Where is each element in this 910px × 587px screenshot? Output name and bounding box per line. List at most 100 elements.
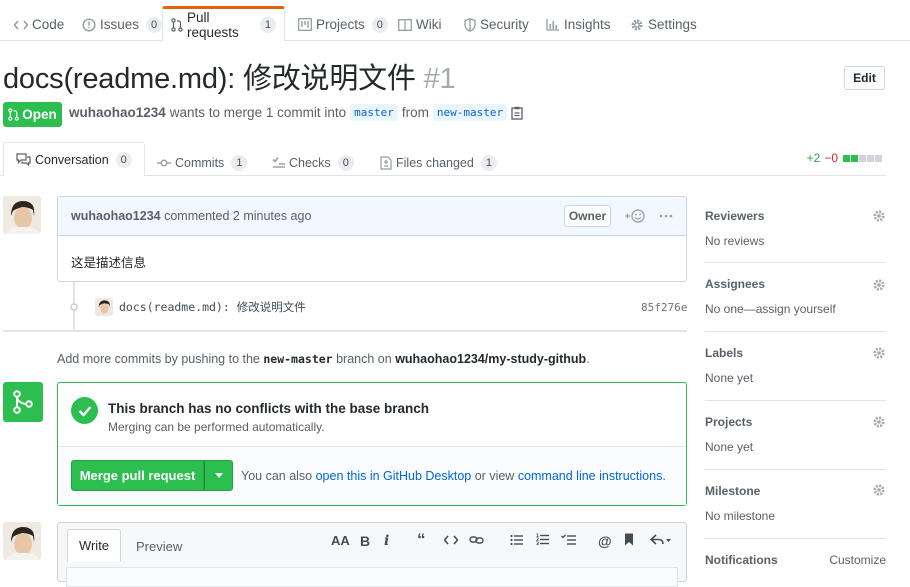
notifications-title: Notifications xyxy=(705,553,778,567)
projects-title[interactable]: Projects xyxy=(705,415,752,429)
assignees-title[interactable]: Assignees xyxy=(705,277,765,291)
bookmark-icon[interactable] xyxy=(624,533,634,549)
gear-icon[interactable] xyxy=(872,415,886,432)
tab-files-changed[interactable]: Files changed 1 xyxy=(380,149,497,176)
base-branch[interactable]: master xyxy=(350,104,398,121)
comment-header: wuhaohao1234 commented 2 minutes ago Own… xyxy=(58,197,686,236)
pr-state-label: Open xyxy=(22,107,57,122)
pr-state-badge: Open xyxy=(3,102,62,127)
tab-code-label: Code xyxy=(32,17,65,32)
avatar[interactable] xyxy=(3,196,41,234)
comment-action[interactable]: commented 2 minutes ago xyxy=(164,209,311,223)
tab-security[interactable]: Security xyxy=(456,8,537,41)
comment-box: wuhaohao1234 commented 2 minutes ago Own… xyxy=(57,196,687,282)
repo-nav: Code Issues 0 Pull requests 1 Projects 0… xyxy=(0,0,910,42)
labels-title[interactable]: Labels xyxy=(705,346,743,360)
head-branch[interactable]: new-master xyxy=(432,104,508,121)
reviewers-title[interactable]: Reviewers xyxy=(705,209,764,223)
tab-wiki-label: Wiki xyxy=(416,17,442,32)
gear-icon[interactable] xyxy=(872,346,886,363)
gear-icon[interactable] xyxy=(872,483,886,500)
tab-commits[interactable]: Commits 1 xyxy=(157,149,248,176)
file-diff-icon xyxy=(380,155,392,170)
projects-counter: 0 xyxy=(371,16,388,33)
merge-box: This branch has no conflicts with the ba… xyxy=(57,382,687,506)
tab-files-changed-label: Files changed xyxy=(396,155,474,170)
check-icon xyxy=(71,397,98,424)
tab-write[interactable]: Write xyxy=(67,529,121,562)
checks-counter: 0 xyxy=(337,154,354,171)
diffstat-block xyxy=(851,155,858,162)
tab-issues-label: Issues xyxy=(100,17,140,32)
commit-icon xyxy=(157,158,171,168)
quote-icon[interactable]: “ xyxy=(417,530,426,550)
reviewers-value: No reviews xyxy=(705,234,765,248)
tab-wiki[interactable]: Wiki xyxy=(390,8,450,41)
or-view-text: or view xyxy=(474,469,515,483)
diffstat-block xyxy=(875,155,882,162)
italic-icon[interactable]: i xyxy=(384,533,389,549)
merge-actions: Merge pull request You can also open thi… xyxy=(58,447,686,505)
avatar[interactable] xyxy=(95,298,113,316)
clipboard-icon[interactable] xyxy=(511,106,523,120)
tab-checks[interactable]: Checks 0 xyxy=(272,149,354,176)
tab-issues[interactable]: Issues 0 xyxy=(74,8,170,41)
pr-merge-text: wants to merge 1 commit into xyxy=(169,105,347,120)
reply-icon[interactable] xyxy=(649,533,672,549)
comment-icon xyxy=(16,153,31,166)
comment-body: 这是描述信息 xyxy=(71,256,147,270)
text-size-icon[interactable]: AA xyxy=(331,533,350,548)
comment-author[interactable]: wuhaohao1234 xyxy=(71,209,161,223)
link-icon[interactable] xyxy=(469,533,484,549)
issue-icon xyxy=(82,17,96,32)
mention-icon[interactable]: @ xyxy=(598,533,612,549)
tab-security-label: Security xyxy=(480,17,529,32)
tab-settings[interactable]: Settings xyxy=(622,8,705,41)
merge-options-dropdown[interactable] xyxy=(204,460,233,491)
edit-title-button[interactable]: Edit xyxy=(844,66,885,90)
tab-code[interactable]: Code xyxy=(6,8,72,41)
checklist-icon xyxy=(272,156,285,169)
assignees-value[interactable]: No one—assign yourself xyxy=(705,302,836,316)
hint-suffix: . xyxy=(586,352,590,366)
github-desktop-link[interactable]: open this in GitHub Desktop xyxy=(316,469,472,483)
customize-notifications-link[interactable]: Customize xyxy=(829,553,886,567)
unordered-list-icon[interactable] xyxy=(510,533,524,549)
commits-counter: 1 xyxy=(231,154,248,171)
timeline-divider xyxy=(3,330,687,332)
hint-repo[interactable]: wuhaohao1234/my-study-github xyxy=(395,352,586,366)
gear-icon xyxy=(630,18,644,32)
comment-textarea[interactable] xyxy=(66,567,678,587)
commit-sha[interactable]: 85f276e xyxy=(641,301,687,314)
avatar[interactable] xyxy=(3,522,41,560)
gear-icon[interactable] xyxy=(872,209,886,226)
milestone-title[interactable]: Milestone xyxy=(705,484,760,498)
commit-message[interactable]: docs(readme.md): 修改说明文件 xyxy=(119,299,306,315)
code-icon[interactable] xyxy=(443,533,459,549)
bold-icon[interactable]: B xyxy=(360,533,370,549)
hint-middle: branch on xyxy=(336,352,392,366)
tab-insights[interactable]: Insights xyxy=(538,8,619,41)
task-list-icon[interactable] xyxy=(561,533,576,549)
diffstat-block xyxy=(859,155,866,162)
also-prefix: You can also xyxy=(241,469,313,483)
graph-icon xyxy=(546,18,560,31)
ordered-list-icon[interactable]: 123 xyxy=(536,533,550,549)
tab-conversation[interactable]: Conversation 0 xyxy=(3,142,145,177)
kebab-icon[interactable] xyxy=(659,209,673,223)
gear-icon[interactable] xyxy=(872,278,886,295)
sidebar-reviewers: Reviewers No reviews xyxy=(705,196,886,263)
svg-text:3: 3 xyxy=(536,541,539,546)
add-reaction-icon[interactable] xyxy=(624,209,646,223)
merge-pull-request-button[interactable]: Merge pull request xyxy=(71,460,204,491)
tab-projects[interactable]: Projects 0 xyxy=(290,8,396,41)
shield-icon xyxy=(464,17,476,32)
tab-preview[interactable]: Preview xyxy=(136,539,182,554)
diffstat-deletions: −0 xyxy=(824,151,838,165)
cli-instructions-link[interactable]: command line instructions xyxy=(518,469,663,483)
project-icon xyxy=(298,18,312,31)
also-suffix: . xyxy=(662,469,666,483)
tab-pull-requests[interactable]: Pull requests 1 xyxy=(162,6,285,42)
labels-value: None yet xyxy=(705,371,754,385)
pr-author-link[interactable]: wuhaohao1234 xyxy=(69,105,166,120)
